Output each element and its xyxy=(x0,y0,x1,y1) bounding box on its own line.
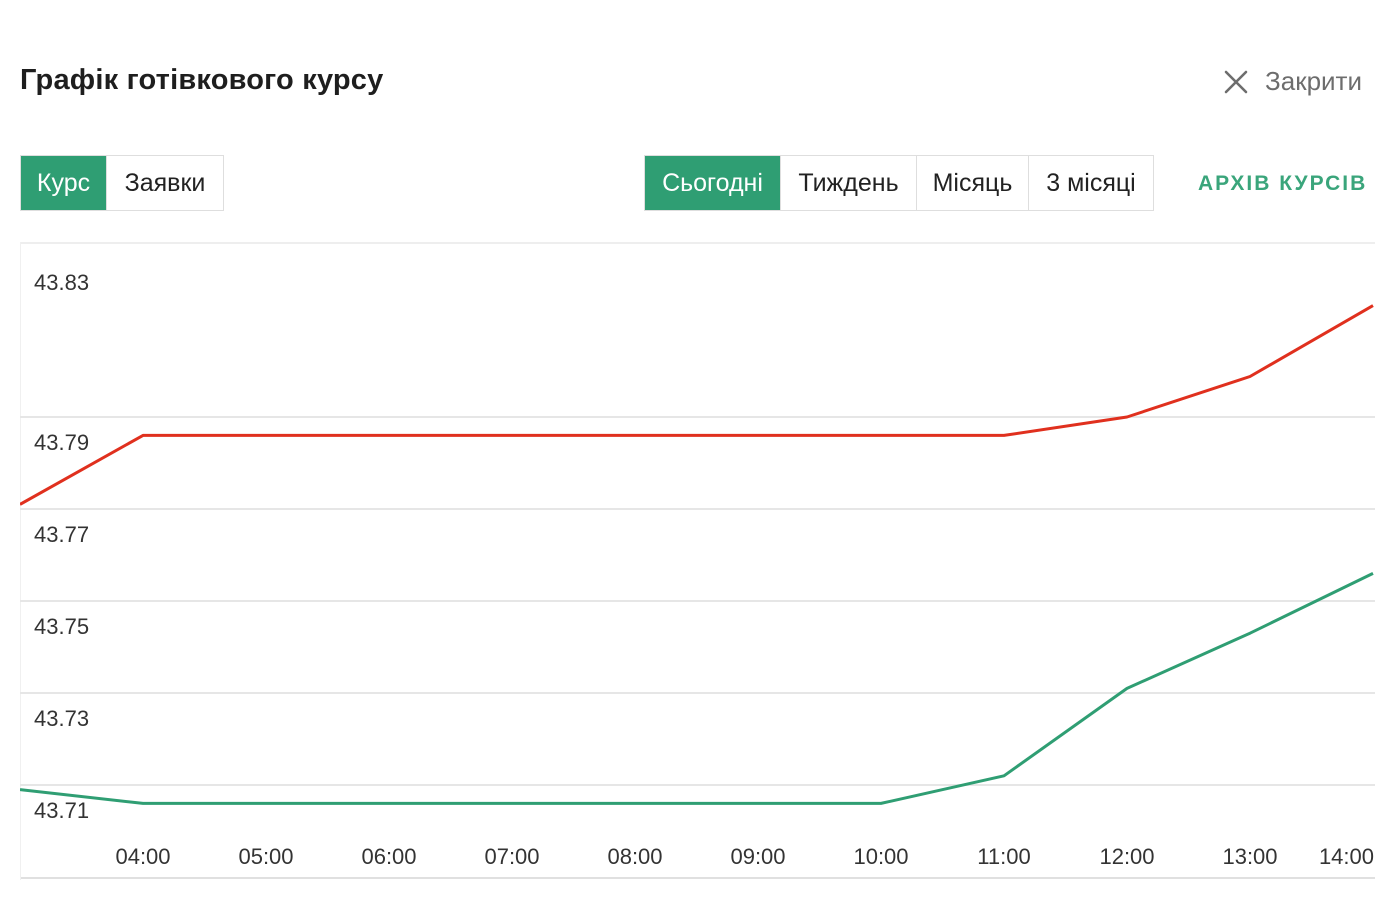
x-tick-label: 06:00 xyxy=(361,844,416,869)
rate-chart: 43.83 43.79 43.77 43.75 43.73 43.71 04:00 05:00… xyxy=(20,242,1375,880)
x-tick-label: 04:00 xyxy=(115,844,170,869)
buy-rate-line xyxy=(20,572,1374,805)
x-tick-label: 09:00 xyxy=(730,844,785,869)
period-toggle: Сьогодні Тиждень Місяць 3 місяці xyxy=(644,155,1154,211)
close-label: Закрити xyxy=(1265,66,1362,96)
tab-month[interactable]: Місяць xyxy=(917,156,1029,210)
x-tick-label: 05:00 xyxy=(238,844,293,869)
y-tick-label: 43.75 xyxy=(34,614,89,639)
sell-rate-line xyxy=(20,304,1374,506)
tab-today[interactable]: Сьогодні xyxy=(645,156,781,210)
tab-week[interactable]: Тиждень xyxy=(781,156,917,210)
x-tick-label: 12:00 xyxy=(1099,844,1154,869)
tab-orders[interactable]: Заявки xyxy=(107,156,223,210)
rate-chart-svg: 43.83 43.79 43.77 43.75 43.73 43.71 04:00 05:00… xyxy=(20,242,1375,880)
y-tick-label: 43.71 xyxy=(34,798,89,823)
y-tick-label: 43.77 xyxy=(34,522,89,547)
y-tick-label: 43.73 xyxy=(34,706,89,731)
x-tick-label: 08:00 xyxy=(607,844,662,869)
x-tick-label: 07:00 xyxy=(484,844,539,869)
close-button[interactable]: Закрити xyxy=(1223,66,1362,97)
x-tick-label: 13:00 xyxy=(1222,844,1277,869)
x-tick-label: 14:00 xyxy=(1319,844,1374,869)
page-title: Графік готівкового курсу xyxy=(20,64,384,96)
y-tick-label: 43.83 xyxy=(34,270,89,295)
tab-3-months[interactable]: 3 місяці xyxy=(1029,156,1153,210)
view-toggle: Курс Заявки xyxy=(20,155,224,211)
x-tick-label: 10:00 xyxy=(853,844,908,869)
x-tick-label: 11:00 xyxy=(977,844,1030,869)
y-tick-label: 43.79 xyxy=(34,430,89,455)
close-icon xyxy=(1223,69,1249,95)
tab-rate[interactable]: Курс xyxy=(21,156,107,210)
archive-link[interactable]: АРХІВ КУРСІВ xyxy=(1198,172,1367,196)
